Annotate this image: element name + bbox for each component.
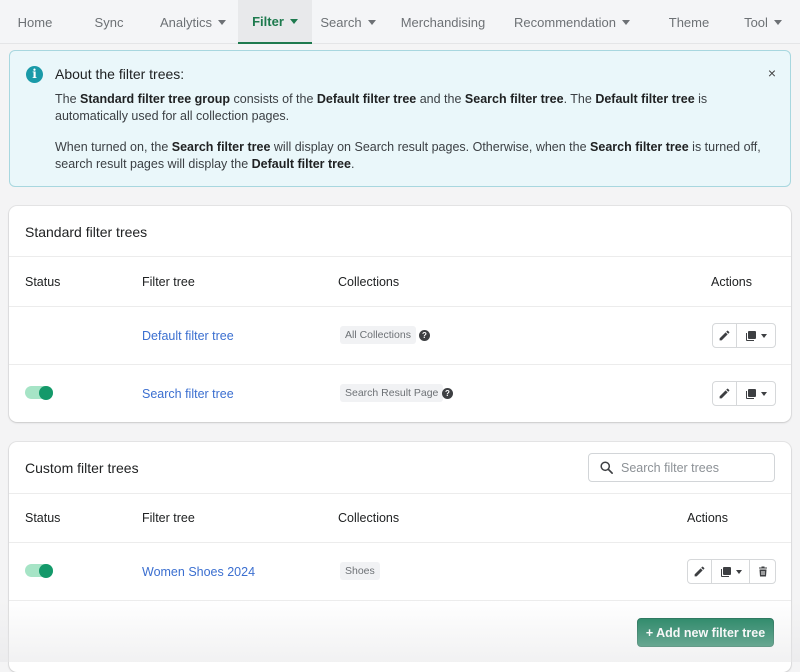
duplicate-dropdown-button[interactable] <box>737 382 775 405</box>
status-toggle[interactable] <box>25 385 53 400</box>
copy-icon <box>746 388 756 399</box>
top-navigation: Home Sync Analytics Filter Search Mercha… <box>0 0 800 44</box>
add-new-filter-tree-button[interactable]: + Add new filter tree <box>637 618 774 647</box>
info-banner: i About the filter trees: × The Standard… <box>9 50 791 187</box>
standard-filter-trees-card: Standard filter trees Status Filter tree… <box>9 206 791 422</box>
filter-tree-link[interactable]: Women Shoes 2024 <box>142 565 255 579</box>
column-header-filter-tree: Filter tree <box>142 275 195 289</box>
collection-tag: All Collections <box>340 326 416 344</box>
column-header-status: Status <box>25 511 61 525</box>
caret-down-icon <box>621 19 630 25</box>
caret-down-icon <box>735 569 742 574</box>
banner-paragraph-1: The Standard filter tree group consists … <box>55 92 708 123</box>
banner-paragraph-2: When turned on, the Search filter tree w… <box>55 140 761 171</box>
delete-button[interactable] <box>750 560 775 583</box>
nav-sync[interactable]: Sync <box>70 0 148 44</box>
edit-button[interactable] <box>713 382 737 405</box>
copy-icon <box>720 566 731 577</box>
duplicate-dropdown-button[interactable] <box>737 324 775 347</box>
search-icon <box>600 461 613 474</box>
row-actions <box>712 323 776 348</box>
divider <box>9 493 791 494</box>
caret-down-icon <box>289 18 298 24</box>
nav-filter[interactable]: Filter <box>238 0 312 44</box>
nav-tool[interactable]: Tool <box>726 0 800 44</box>
divider <box>9 364 791 365</box>
trash-icon <box>758 566 767 577</box>
card-title: Standard filter trees <box>25 224 148 240</box>
nav-merchandising[interactable]: Merchandising <box>384 0 502 44</box>
pencil-icon <box>719 388 730 399</box>
caret-down-icon <box>218 19 227 25</box>
nav-recommendation[interactable]: Recommendation <box>502 0 642 44</box>
caret-down-icon <box>367 19 376 25</box>
card-title: Custom filter trees <box>25 460 139 476</box>
column-header-status: Status <box>25 275 61 289</box>
pencil-icon <box>719 330 730 341</box>
search-filter-trees <box>588 453 775 482</box>
banner-title: About the filter trees: <box>55 66 185 82</box>
divider <box>9 542 791 543</box>
status-toggle[interactable] <box>25 563 53 578</box>
edit-button[interactable] <box>713 324 737 347</box>
collection-tag: Search Result Page <box>340 384 444 402</box>
collection-tag: Shoes <box>340 562 380 580</box>
caret-down-icon <box>761 391 767 396</box>
divider <box>9 256 791 257</box>
duplicate-dropdown-button[interactable] <box>712 560 750 583</box>
search-input[interactable] <box>621 458 769 478</box>
help-icon[interactable]: ? <box>442 388 453 399</box>
column-header-actions: Actions <box>687 511 728 525</box>
copy-icon <box>746 330 756 341</box>
pencil-icon <box>694 566 705 577</box>
column-header-collections: Collections <box>338 511 400 525</box>
info-icon: i <box>26 66 43 83</box>
toggle-knob <box>39 563 53 578</box>
column-header-filter-tree: Filter tree <box>142 511 195 525</box>
column-header-actions: Actions <box>711 275 752 289</box>
edit-button[interactable] <box>688 560 712 583</box>
nav-theme[interactable]: Theme <box>652 0 726 44</box>
column-header-collections: Collections <box>338 275 400 289</box>
close-icon[interactable]: × <box>768 65 776 81</box>
divider <box>9 306 791 307</box>
caret-down-icon <box>761 333 767 338</box>
nav-search[interactable]: Search <box>312 0 384 44</box>
divider <box>9 600 791 601</box>
custom-filter-trees-card: Custom filter trees Status Filter tree C… <box>9 442 791 672</box>
toggle-knob <box>39 385 53 400</box>
nav-analytics[interactable]: Analytics <box>148 0 238 44</box>
filter-tree-link[interactable]: Default filter tree <box>142 329 234 343</box>
filter-tree-link[interactable]: Search filter tree <box>142 387 234 401</box>
help-icon[interactable]: ? <box>419 330 430 341</box>
row-actions <box>687 559 776 584</box>
nav-home[interactable]: Home <box>0 0 70 44</box>
caret-down-icon <box>773 19 782 25</box>
row-actions <box>712 381 776 406</box>
